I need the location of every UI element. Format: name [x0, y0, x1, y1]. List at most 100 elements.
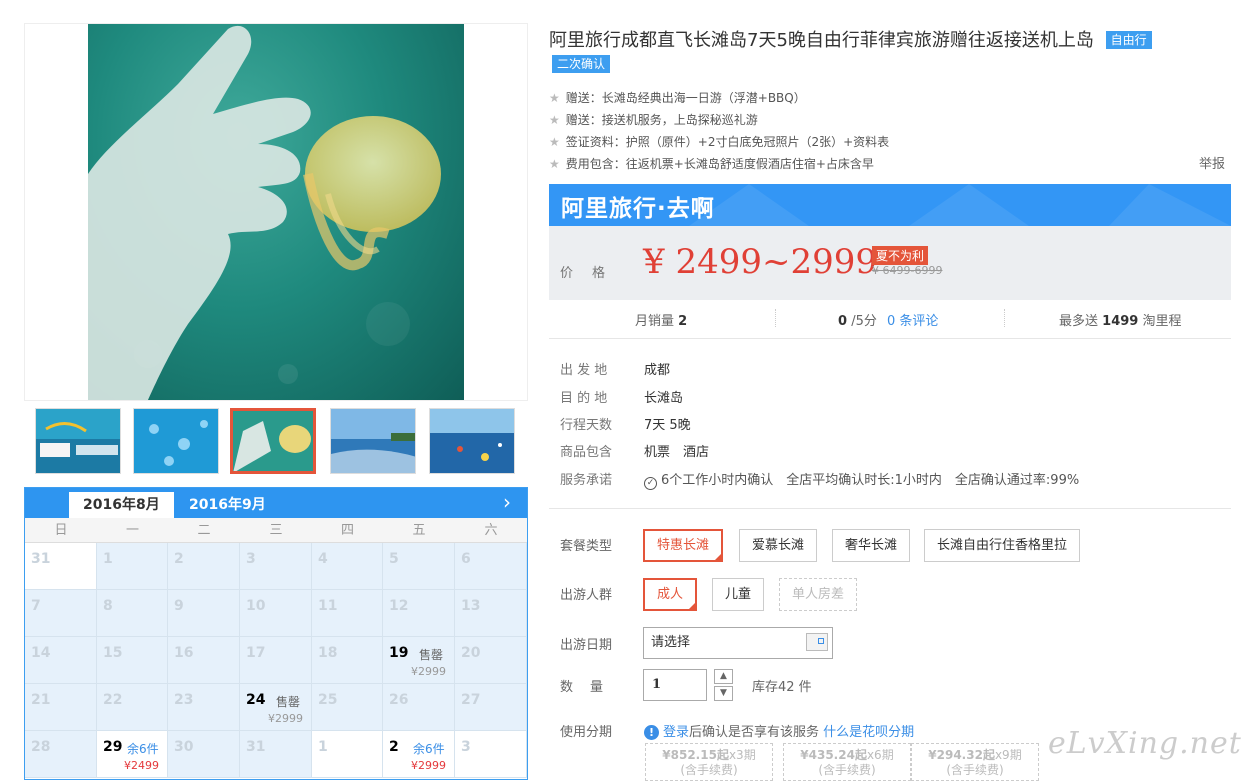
report-link[interactable]: 举报: [1199, 153, 1225, 172]
points-suffix: 淘里程: [1142, 314, 1182, 329]
weekday-header: 二: [168, 518, 240, 543]
traveler-adult[interactable]: 成人: [643, 578, 698, 611]
day-number: 27: [461, 692, 481, 708]
next-month-icon[interactable]: ›: [503, 490, 511, 514]
quantity-input[interactable]: 1: [643, 669, 707, 701]
installment-option-3[interactable]: ¥852.15起x3期 (含手续费): [645, 743, 773, 781]
installment-help-link[interactable]: 什么是花呗分期: [823, 725, 914, 740]
calendar-day: 2: [168, 543, 240, 590]
date-calendar: 2016年8月 2016年9月 › 日一二三四五六 31 1 2 3 4 5 6 7 8 9 10 1…: [24, 487, 528, 780]
weekday-header: 四: [312, 518, 383, 543]
monthly-sales: 月销量 2: [635, 310, 687, 329]
gift-text: 赠送：接送机服务，上岛探秘巡礼游: [565, 113, 758, 127]
thumbnail-2[interactable]: [133, 408, 219, 474]
gift-line-1: ★ 赠送：长滩岛经典出海一日游（浮潜+BBQ）: [549, 89, 806, 106]
day-number: 3: [246, 551, 256, 567]
traveler-child[interactable]: 儿童: [712, 578, 765, 611]
section-divider: [549, 508, 1231, 509]
calendar-day: 1: [312, 731, 383, 778]
day-number: 18: [318, 645, 338, 661]
day-number: 21: [31, 692, 51, 708]
day-status: 售罄: [276, 695, 301, 709]
info-departure: 出 发 地 成都: [560, 359, 670, 378]
day-number: 2: [174, 551, 184, 567]
calendar-day: 9: [168, 590, 240, 637]
rating-suffix: /5分: [851, 314, 877, 329]
day-status: 售罄: [419, 648, 444, 662]
visa-line: ★ 签证资料：护照（原件）+2寸白底免冠照片（2张）+资料表: [549, 133, 889, 150]
info-duration: 行程天数 7天 5晚: [560, 414, 691, 433]
free-travel-badge: 自由行: [1105, 31, 1152, 49]
installment-note: (含手续费): [680, 763, 738, 777]
installment-amount: ¥852.15起: [662, 748, 729, 762]
monthly-sales-label: 月销量: [635, 314, 675, 329]
price-box: 价 格 ¥ 2499~2999 夏不为利 ¥ 6499-6999: [549, 226, 1231, 300]
day-number: 14: [31, 645, 51, 661]
calendar-day[interactable]: 24 售罄 ¥2999: [240, 684, 312, 731]
package-option-1[interactable]: 特惠长滩: [643, 529, 724, 562]
installment-label: 使用分期: [560, 725, 613, 740]
tab-september[interactable]: 2016年9月: [175, 492, 280, 518]
day-number: 7: [31, 598, 41, 614]
info-service: 服务承诺 ✓ 6个工作小时内确认 全店平均确认时长:1小时内 全店确认通过率:99%: [560, 469, 1079, 490]
fee-text: 费用包含：往返机票+长滩岛舒适度假酒店住宿+占床含早: [565, 157, 874, 171]
quantity-down-icon[interactable]: ▼: [714, 686, 733, 701]
info-icon: !: [644, 725, 659, 740]
calendar-day: 4: [312, 543, 383, 590]
day-number: 8: [103, 598, 113, 614]
calendar-day[interactable]: 29 余6件 ¥2499: [97, 731, 168, 778]
info-key: 商品包含: [560, 445, 613, 460]
reviews-link[interactable]: 0 条评论: [887, 314, 938, 329]
login-link[interactable]: 登录: [663, 725, 689, 740]
installment-note: (含手续费): [946, 763, 1004, 777]
day-number: 10: [246, 598, 266, 614]
price-label: 价 格: [560, 266, 609, 281]
day-number: 4: [318, 551, 328, 567]
package-option-3[interactable]: 奢华长滩: [832, 529, 911, 562]
day-price: ¥2999: [411, 759, 446, 772]
traveler-single-room: 单人房差: [779, 578, 858, 611]
info-value: 7天 5晚: [644, 418, 691, 433]
date-select-input[interactable]: 请选择: [643, 627, 833, 659]
tab-august[interactable]: 2016年8月: [69, 492, 174, 518]
day-number: 12: [389, 598, 409, 614]
day-number: 20: [461, 645, 481, 661]
calendar-day: 5: [383, 543, 455, 590]
package-option-2[interactable]: 爱慕长滩: [739, 529, 818, 562]
installment-option-6[interactable]: ¥435.24起x6期 (含手续费): [783, 743, 911, 781]
installment-times: x9期: [994, 748, 1022, 762]
calendar-day: 13: [455, 590, 527, 637]
traveler-label: 出游人群: [560, 588, 613, 603]
promo-banner: 阿里旅行·去啊: [549, 184, 1231, 226]
star-icon: ★: [549, 135, 560, 149]
day-number: 17: [246, 645, 266, 661]
package-option-4[interactable]: 长滩自由行住香格里拉: [924, 529, 1081, 562]
day-number: 5: [389, 551, 399, 567]
weekday-header: 三: [240, 518, 312, 543]
second-confirm-badge: 二次确认: [552, 55, 611, 73]
quantity-up-icon[interactable]: ▲: [714, 669, 733, 684]
image-gallery: [24, 23, 528, 401]
points-prefix: 最多送: [1059, 314, 1099, 329]
calendar-day: 31: [25, 543, 97, 590]
watermark: eLvXing.net: [1048, 726, 1242, 761]
thumbnail-1[interactable]: [35, 408, 121, 474]
weekday-header: 日: [25, 518, 97, 543]
day-number: 29: [103, 739, 123, 755]
day-number: 6: [461, 551, 471, 567]
day-number: 13: [461, 598, 481, 614]
day-price: ¥2999: [411, 665, 446, 678]
calendar-icon[interactable]: [806, 633, 828, 651]
calendar-day[interactable]: 2 余6件 ¥2999: [383, 731, 455, 778]
installment-option-9[interactable]: ¥294.32起x9期 (含手续费): [911, 743, 1039, 781]
calendar-day: 30: [168, 731, 240, 778]
thumbnail-3-active[interactable]: [230, 408, 316, 474]
thumbnail-5[interactable]: [429, 408, 515, 474]
service-text: 6个工作小时内确认 全店平均确认时长:1小时内 全店确认通过率:99%: [661, 473, 1080, 488]
weekday-header: 五: [383, 518, 455, 543]
weekday-header: 六: [455, 518, 527, 543]
calendar-day[interactable]: 19 售罄 ¥2999: [383, 637, 455, 684]
calendar-day: 8: [97, 590, 168, 637]
day-number: 3: [461, 739, 471, 755]
thumbnail-4[interactable]: [330, 408, 416, 474]
